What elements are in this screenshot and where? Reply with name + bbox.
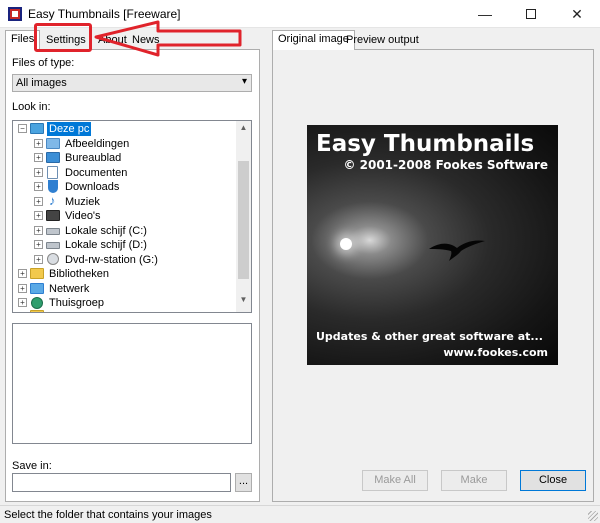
files-of-type-select[interactable]: All images ▾ [12,74,252,92]
tree-item-thuisgroep[interactable]: + Thuisgroep [13,296,233,310]
expand-icon[interactable]: + [34,197,43,206]
close-window-button[interactable]: ✕ [554,0,600,28]
tree-item-videos[interactable]: + Video's [13,209,233,223]
file-list[interactable] [12,323,252,444]
minimize-icon: — [478,6,492,22]
expand-icon[interactable]: + [34,182,43,191]
resize-grip-icon[interactable] [588,511,598,521]
expand-icon[interactable]: + [34,153,43,162]
maximize-icon [526,9,536,19]
scroll-down-icon[interactable]: ▼ [236,295,251,310]
make-button[interactable]: Make [441,470,507,491]
close-icon: ✕ [571,5,583,22]
left-pane: Files Settings About News Files of type:… [5,30,260,502]
bird-icon [429,240,485,261]
tree-item-netwerk[interactable]: + Netwerk [13,282,233,296]
download-icon [48,180,58,193]
tree-item-documenten[interactable]: + Documenten [13,166,233,180]
libraries-folder-icon [30,268,44,279]
tree-item-more[interactable]: ... [13,306,233,312]
minimize-button[interactable]: — [462,0,508,28]
disc-icon [47,253,59,265]
music-note-icon: ♪ [49,193,56,208]
tree-scrollbar[interactable]: ▲ ▼ [236,121,251,312]
save-in-input[interactable] [12,473,231,492]
computer-icon [30,123,44,134]
tree-item-deze-pc[interactable]: − Deze pc [13,122,233,136]
expand-icon[interactable]: + [18,269,27,278]
video-icon [46,210,60,221]
settings-highlight-box [34,23,92,52]
desktop-icon [46,152,60,163]
tree-item-muziek[interactable]: + ♪ Muziek [13,193,233,209]
image-panel: Easy Thumbnails © 2001-2008 Fookes Softw… [272,50,594,502]
status-bar: Select the folder that contains your ima… [0,505,600,523]
preview-footer-line2: www.fookes.com [443,346,548,359]
tree-item-afbeeldingen[interactable]: + Afbeeldingen [13,137,233,151]
files-panel: Files of type: All images ▾ Look in: − D… [5,50,260,502]
expand-icon[interactable]: + [34,139,43,148]
preview-footer-line1: Updates & other great software at... [316,330,543,343]
scroll-thumb[interactable] [238,161,249,279]
expand-icon[interactable]: + [34,168,43,177]
tree-item-lokale-schijf-d[interactable]: + Lokale schijf (D:) [13,238,233,252]
make-all-button[interactable]: Make All [362,470,428,491]
look-in-label: Look in: [12,101,51,113]
expand-icon[interactable]: + [18,298,27,307]
expand-icon[interactable]: + [34,240,43,249]
hard-drive-icon [46,228,60,235]
files-of-type-label: Files of type: [12,57,75,69]
folder-tree[interactable]: − Deze pc + Afbeeldingen + Bureaublad + … [12,120,252,313]
tree-item-bureaublad[interactable]: + Bureaublad [13,151,233,165]
chevron-down-icon: ▾ [241,76,247,87]
preview-image: Easy Thumbnails © 2001-2008 Fookes Softw… [307,125,558,365]
save-in-label: Save in: [12,460,52,472]
preview-title: Easy Thumbnails [316,131,535,157]
app-icon [8,7,22,21]
scroll-up-icon[interactable]: ▲ [236,123,251,138]
tree-item-downloads[interactable]: + Downloads [13,180,233,194]
tab-about[interactable]: About [93,32,132,50]
collapse-icon[interactable]: − [18,124,27,133]
expand-icon[interactable]: + [18,284,27,293]
browse-button[interactable]: ... [235,473,252,492]
tab-preview-output[interactable]: Preview output [341,32,424,50]
status-text: Select the folder that contains your ima… [4,509,212,521]
tree-item-lokale-schijf-c[interactable]: + Lokale schijf (C:) [13,224,233,238]
window-title: Easy Thumbnails [Freeware] [28,7,181,21]
expand-icon[interactable]: + [34,255,43,264]
right-tab-strip: Original image Preview output [272,30,594,51]
right-pane: Original image Preview output Easy Thumb… [272,30,594,502]
hard-drive-icon [46,242,60,249]
close-button[interactable]: Close [520,470,586,491]
tree-item-bibliotheken[interactable]: + Bibliotheken [13,267,233,281]
expand-icon[interactable]: + [34,211,43,220]
documents-icon [47,166,58,179]
pictures-folder-icon [46,138,60,149]
homegroup-icon [31,297,43,309]
tree-item-dvd-rw-station[interactable]: + Dvd-rw-station (G:) [13,253,233,267]
folder-icon [30,310,44,312]
preview-subtitle: © 2001-2008 Fookes Software [343,158,548,172]
files-of-type-value: All images [16,77,67,89]
network-icon [30,283,44,294]
moon-icon [340,238,352,250]
expand-icon[interactable]: + [34,226,43,235]
tab-news[interactable]: News [127,32,165,50]
maximize-button[interactable] [508,0,554,28]
